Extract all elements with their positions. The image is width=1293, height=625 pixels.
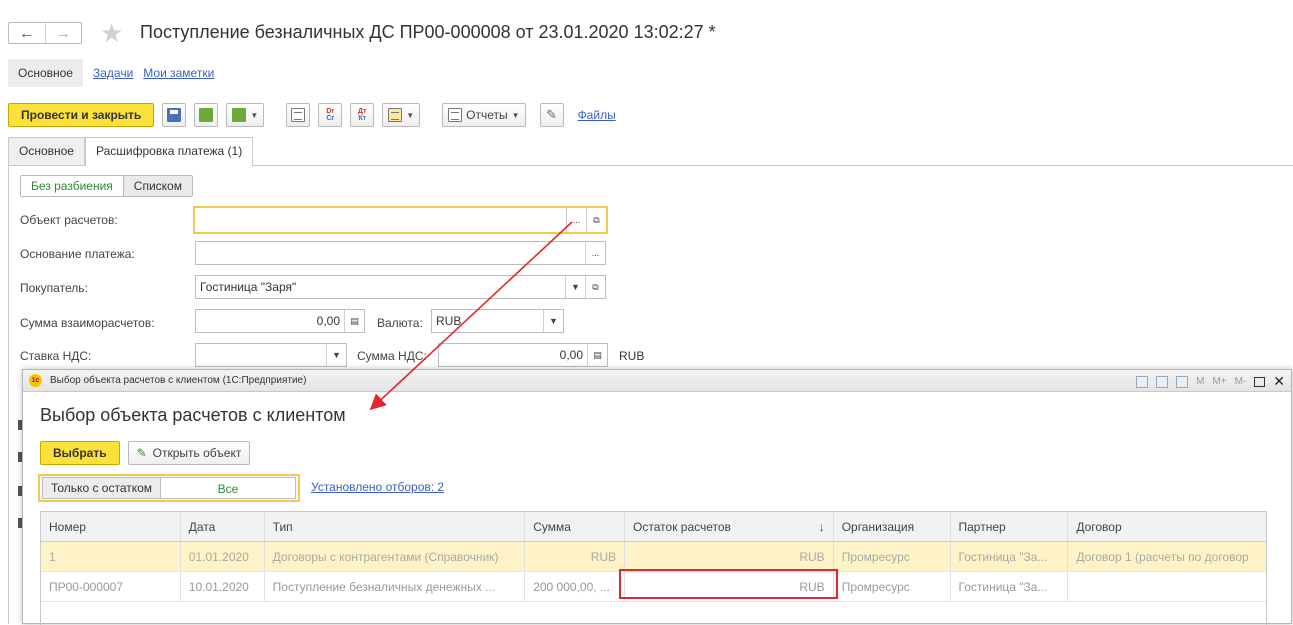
- annotation-arrow: [369, 221, 573, 411]
- arrow-line: [369, 221, 573, 411]
